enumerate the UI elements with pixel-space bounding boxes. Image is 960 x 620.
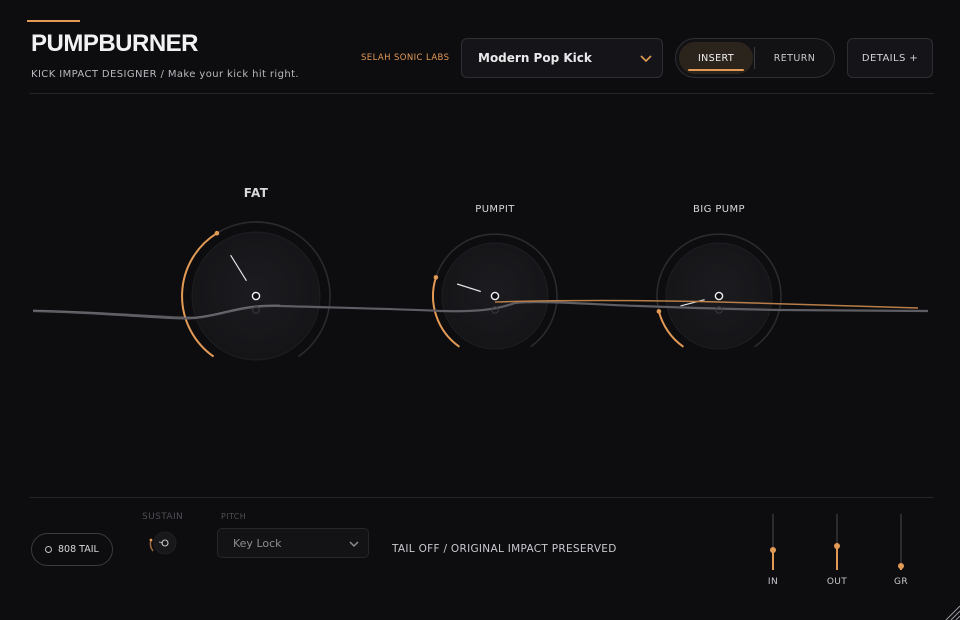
big-pump-knob[interactable]: BIG PUMP: [656, 204, 782, 350]
fat-value-dot: [214, 230, 220, 236]
in-meter-fill: [772, 549, 774, 570]
footer-divider: [30, 497, 934, 498]
in-meter: [770, 514, 776, 570]
pumpit-knob[interactable]: PUMPIT: [432, 204, 558, 350]
fat-center-ring: [251, 291, 261, 301]
knob-stage: FAT PUMPIT BIG PUMP: [32, 186, 929, 361]
out-meter-fill: [836, 545, 838, 570]
pumpit-label: PUMPIT: [475, 204, 515, 215]
fat-knob[interactable]: FAT: [181, 186, 331, 361]
pitch-label: PITCH: [221, 512, 247, 521]
pumpit-value-dot: [433, 275, 439, 280]
fat-label: FAT: [244, 186, 269, 200]
big-pump-center-ring: [714, 291, 724, 301]
in-meter-label: IN: [767, 577, 779, 587]
resize-grip-icon[interactable]: [942, 602, 960, 620]
gr-meter-cap: [898, 563, 904, 570]
tail-status-text: TAIL OFF / ORIGINAL IMPACT PRESERVED: [392, 543, 617, 555]
808-tail-toggle[interactable]: 808 TAIL: [31, 533, 113, 566]
sustain-label: SUSTAIN: [142, 512, 184, 522]
toggle-indicator-icon: [45, 546, 52, 553]
gr-meter-label: GR: [893, 577, 909, 587]
pitch-dropdown[interactable]: Key Lock: [217, 528, 369, 558]
pumpit-center-ring: [490, 291, 500, 301]
pitch-value: Key Lock: [233, 536, 282, 550]
chevron-down-icon: [349, 541, 359, 548]
big-pump-value-dot: [656, 309, 662, 314]
808-tail-label: 808 TAIL: [58, 544, 99, 555]
sustain-knob[interactable]: [146, 530, 182, 558]
in-meter-cap: [770, 546, 776, 553]
gr-meter: [898, 514, 904, 570]
big-pump-label: BIG PUMP: [693, 204, 745, 215]
out-meter-cap: [834, 542, 840, 549]
out-meter-label: OUT: [826, 577, 848, 587]
out-meter: [834, 514, 840, 570]
